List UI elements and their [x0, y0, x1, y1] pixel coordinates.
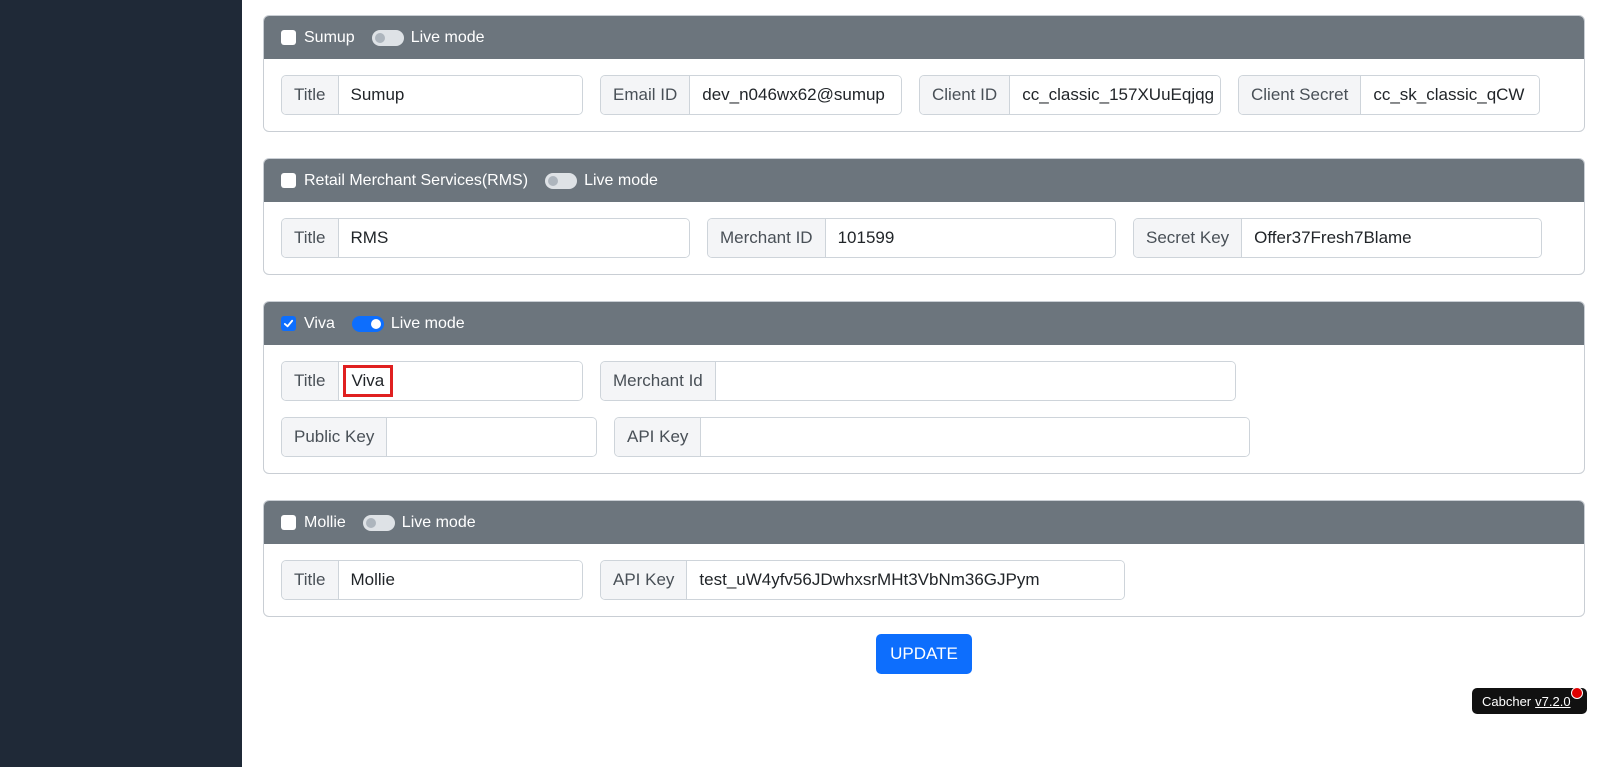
card-body: Title Sumup Email ID dev_n046wx62@sumup …	[264, 59, 1584, 131]
enable-checkbox-mollie[interactable]	[281, 515, 296, 530]
toggle-knob	[365, 517, 376, 528]
live-mode-label: Live mode	[410, 28, 485, 46]
title-label: Title	[282, 76, 339, 114]
title-input-group: Title Sumup	[281, 75, 583, 115]
provider-card-viva: Viva Live mode Title Viva Merchant Id Pu…	[263, 301, 1585, 474]
enable-checkbox-rms[interactable]	[281, 173, 296, 188]
merchant-id-input[interactable]: 101599	[825, 219, 1115, 257]
title-label: Title	[282, 561, 339, 599]
provider-card-sumup: Sumup Live mode Title Sumup Email ID dev…	[263, 15, 1585, 132]
update-button[interactable]: UPDATE	[876, 634, 972, 674]
live-mode-label: Live mode	[390, 314, 465, 332]
title-input[interactable]: Sumup	[338, 76, 582, 114]
live-mode-toggle-viva[interactable]	[351, 315, 384, 332]
merchant-id-label: Merchant ID	[708, 219, 826, 257]
version-badge[interactable]: Cabcher v7.2.0	[1472, 687, 1587, 714]
api-key-input-group: API Key test_uW4yfv56JDwhxsrMHt3VbNm36GJ…	[600, 560, 1125, 600]
card-header: Viva Live mode	[264, 302, 1584, 345]
public-key-label: Public Key	[282, 418, 388, 456]
toggle-knob	[374, 32, 385, 43]
client-id-input[interactable]: cc_classic_157XUuEqjqg	[1010, 76, 1220, 114]
title-label: Title	[282, 219, 339, 257]
title-input[interactable]: Viva	[338, 362, 582, 400]
badge-version[interactable]: v7.2.0	[1535, 694, 1570, 709]
card-body: Title Mollie API Key test_uW4yfv56JDwhxs…	[264, 544, 1584, 616]
toggle-knob	[370, 318, 381, 329]
merchant-id-input[interactable]	[715, 362, 1235, 400]
enable-checkbox-sumup[interactable]	[281, 30, 296, 45]
highlighted-title-value: Viva	[342, 365, 394, 397]
sidebar	[0, 0, 242, 767]
provider-card-mollie: Mollie Live mode Title Mollie API Key te…	[263, 500, 1585, 617]
badge-name: Cabcher	[1482, 693, 1532, 709]
live-mode-label: Live mode	[584, 171, 658, 189]
card-body: Title RMS Merchant ID 101599 Secret Key …	[264, 202, 1584, 274]
secret-key-input[interactable]: Offer37Fresh7Blame	[1242, 219, 1541, 257]
provider-card-rms: Retail Merchant Services(RMS) Live mode …	[263, 158, 1585, 275]
api-key-label: API Key	[615, 418, 702, 456]
client-id-input-group: Client ID cc_classic_157XUuEqjqg	[919, 75, 1221, 115]
client-secret-input-group: Client Secret cc_sk_classic_qCW	[1238, 75, 1540, 115]
title-label: Title	[282, 362, 339, 400]
title-input-group: Title Mollie	[281, 560, 583, 600]
email-id-input[interactable]: dev_n046wx62@sumup	[690, 76, 901, 114]
live-mode-label: Live mode	[401, 513, 476, 531]
client-secret-label: Client Secret	[1239, 76, 1362, 114]
merchant-id-input-group: Merchant Id	[600, 361, 1236, 401]
title-input[interactable]: Mollie	[338, 561, 582, 599]
title-input[interactable]: RMS	[338, 219, 689, 257]
check-icon	[283, 319, 294, 328]
public-key-input[interactable]	[387, 418, 596, 456]
enable-checkbox-viva[interactable]	[281, 316, 296, 331]
email-id-input-group: Email ID dev_n046wx62@sumup	[600, 75, 902, 115]
card-body: Title Viva Merchant Id Public Key API Ke…	[264, 345, 1584, 473]
card-header: Sumup Live mode	[264, 16, 1584, 59]
notification-dot-icon	[1571, 687, 1583, 699]
client-secret-input[interactable]: cc_sk_classic_qCW	[1361, 76, 1539, 114]
email-id-label: Email ID	[601, 76, 691, 114]
secret-key-label: Secret Key	[1134, 219, 1243, 257]
client-id-label: Client ID	[920, 76, 1011, 114]
provider-name: Viva	[304, 314, 335, 332]
public-key-input-group: Public Key	[281, 417, 597, 457]
merchant-id-label: Merchant Id	[601, 362, 716, 400]
card-header: Mollie Live mode	[264, 501, 1584, 544]
toggle-knob	[548, 175, 559, 186]
merchant-id-input-group: Merchant ID 101599	[707, 218, 1116, 258]
api-key-input[interactable]	[701, 418, 1249, 456]
api-key-input-group: API Key	[614, 417, 1250, 457]
live-mode-toggle-rms[interactable]	[545, 172, 578, 189]
provider-name: Mollie	[304, 513, 346, 531]
main-content: Sumup Live mode Title Sumup Email ID dev…	[263, 15, 1585, 674]
form-actions: UPDATE	[263, 634, 1585, 674]
provider-name: Sumup	[304, 28, 355, 46]
title-input-group: Title RMS	[281, 218, 690, 258]
api-key-label: API Key	[601, 561, 688, 599]
card-header: Retail Merchant Services(RMS) Live mode	[264, 159, 1584, 202]
api-key-input[interactable]: test_uW4yfv56JDwhxsrMHt3VbNm36GJPym	[687, 561, 1124, 599]
live-mode-toggle-mollie[interactable]	[362, 514, 395, 531]
title-input-group: Title Viva	[281, 361, 583, 401]
secret-key-input-group: Secret Key Offer37Fresh7Blame	[1133, 218, 1542, 258]
provider-name: Retail Merchant Services(RMS)	[304, 171, 529, 189]
live-mode-toggle-sumup[interactable]	[371, 29, 404, 46]
